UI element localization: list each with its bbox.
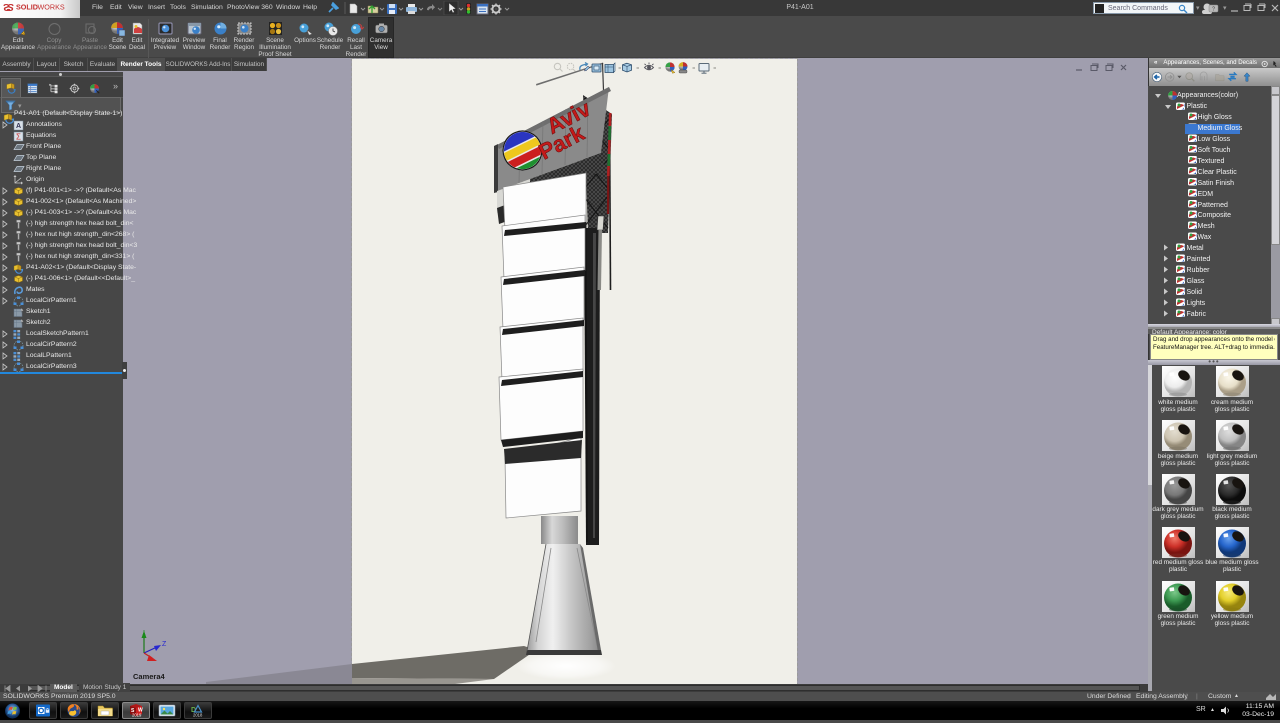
svg-text:2019: 2019 — [132, 713, 142, 718]
svg-text:SOLID: SOLID — [16, 3, 38, 12]
svg-text:Σ: Σ — [16, 133, 21, 142]
svg-text:S: S — [7, 2, 14, 14]
svg-text:Z: Z — [162, 641, 167, 648]
svg-text:2018: 2018 — [193, 713, 203, 718]
svg-text:A: A — [16, 123, 21, 130]
svg-text:?: ? — [1212, 7, 1215, 13]
svg-text:WORKS: WORKS — [38, 3, 65, 12]
